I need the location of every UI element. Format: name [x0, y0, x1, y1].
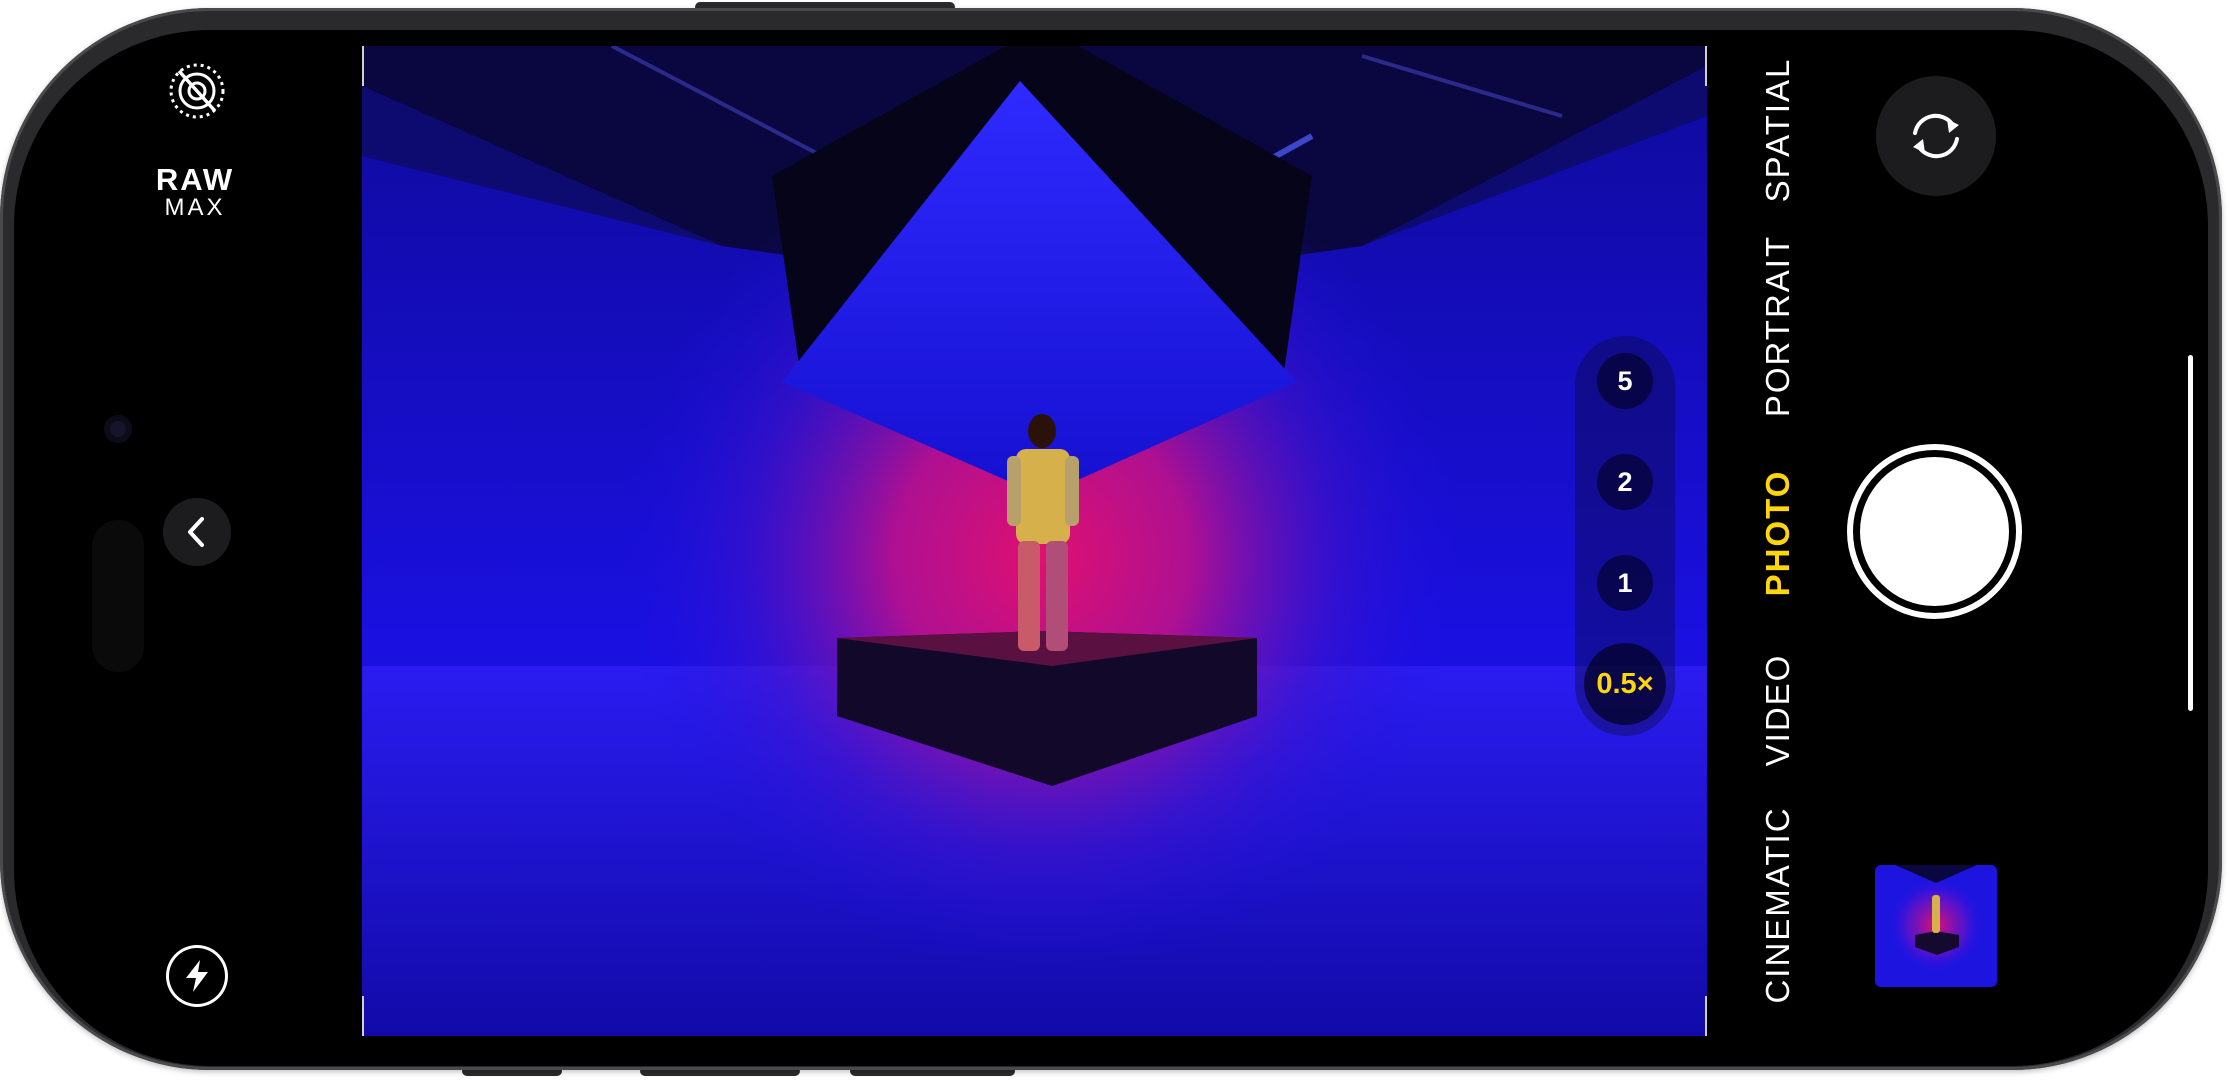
front-camera [104, 415, 132, 443]
mode-spatial[interactable]: SPATIAL [1759, 58, 1797, 203]
collapse-controls-button[interactable] [163, 498, 231, 566]
switch-camera-icon [1913, 113, 1959, 159]
max-label[interactable]: MAX [140, 194, 250, 222]
raw-label[interactable]: RAW [140, 162, 250, 198]
frame-corner-bottom-right [1705, 996, 1707, 1036]
mode-cinematic[interactable]: CINEMATIC [1759, 806, 1797, 1003]
flash-button[interactable] [166, 945, 228, 1007]
zoom-option-0-5x[interactable]: 0.5× [1584, 643, 1666, 725]
dynamic-island [92, 520, 144, 672]
frame-corner-bottom-left [362, 996, 364, 1036]
zoom-option-5x[interactable]: 5 [1597, 353, 1653, 409]
last-photo-thumbnail[interactable] [1875, 865, 1997, 987]
shutter-inner [1860, 457, 2009, 606]
flash-icon [186, 960, 208, 992]
frame-corner-top-right [1705, 46, 1707, 86]
shutter-button[interactable] [1847, 444, 2022, 619]
live-photo-off-icon[interactable] [162, 56, 232, 126]
viewfinder[interactable] [362, 46, 1707, 1036]
scene-image [362, 46, 1707, 1036]
mode-photo[interactable]: PHOTO [1759, 470, 1797, 597]
zoom-option-2x[interactable]: 2 [1597, 454, 1653, 510]
zoom-option-1x[interactable]: 1 [1597, 555, 1653, 611]
home-indicator [2188, 355, 2193, 711]
mode-video[interactable]: VIDEO [1759, 654, 1797, 767]
chevron-left-icon [188, 517, 204, 547]
switch-camera-button[interactable] [1876, 76, 1996, 196]
frame-corner-top-left [362, 46, 364, 86]
mode-portrait[interactable]: PORTRAIT [1759, 235, 1797, 417]
